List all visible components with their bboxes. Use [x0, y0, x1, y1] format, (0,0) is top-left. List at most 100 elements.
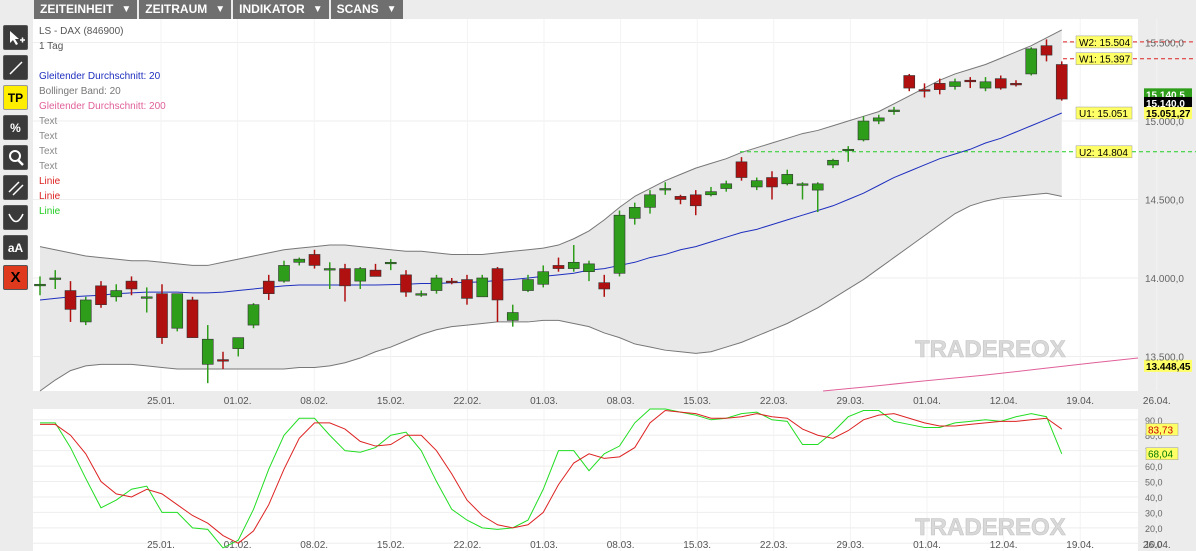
candle-body	[766, 177, 778, 188]
candle-body	[522, 279, 534, 291]
candle-body	[156, 293, 168, 338]
candle-body	[339, 268, 351, 287]
pointer-add-tool[interactable]	[3, 25, 28, 50]
caret-down-icon: ▼	[215, 4, 226, 15]
candle	[186, 296, 199, 338]
y-tick-label: 14.500,0	[1145, 196, 1184, 207]
level-label-u1: U1: 15.051	[1079, 109, 1128, 120]
x-tick-label: 15.03.	[683, 396, 711, 407]
y-tick-label: 15.500,0	[1145, 39, 1184, 50]
candle-body	[628, 207, 641, 219]
channel-tool[interactable]	[3, 175, 28, 200]
menu-zeiteinheit[interactable]: ZEITEINHEIT ▼	[34, 0, 138, 19]
menu-label: ZEITRAUM	[145, 2, 208, 16]
candle-body	[384, 261, 397, 265]
menu-label: SCANS	[336, 2, 379, 16]
candle-body	[598, 282, 611, 290]
candle-body	[64, 290, 77, 310]
legend-item[interactable]: Text	[39, 116, 58, 127]
menu-scans[interactable]: SCANS ▼	[330, 0, 403, 19]
candle-body	[979, 81, 992, 89]
legend-item[interactable]: Text	[39, 161, 58, 172]
legend-item[interactable]: Linie	[39, 191, 61, 202]
candle-body	[95, 285, 107, 305]
candle-body	[34, 283, 46, 287]
candle-body	[964, 79, 977, 83]
x-tick-label: 01.04.	[913, 396, 941, 407]
candle-body	[369, 269, 382, 277]
candle-body	[110, 290, 123, 298]
candle-body	[125, 280, 138, 290]
line-icon	[7, 59, 25, 77]
candle-body	[644, 194, 656, 208]
cursor-plus-icon	[7, 29, 25, 47]
chart-area: 10,020,030,040,050,060,070,080,090,0 W2:…	[33, 19, 1196, 551]
menu-indikator[interactable]: INDIKATOR ▼	[233, 0, 329, 19]
stochastic-tick-label: 20,0	[1145, 524, 1163, 534]
x-tick-label: 15.02.	[377, 396, 405, 407]
legend-item[interactable]: Text	[39, 146, 58, 157]
candle-body	[888, 109, 900, 112]
x-tick-label: 29.03.	[836, 396, 864, 407]
x-tick-label: 19.04.	[1066, 396, 1094, 407]
legend-item[interactable]: Linie	[39, 176, 61, 187]
legend-item[interactable]: Text	[39, 131, 58, 142]
candle-body	[293, 258, 306, 263]
legend-item[interactable]: Linie	[39, 206, 61, 217]
x-tick-label: 26.04.	[1143, 396, 1171, 407]
candle-body	[857, 120, 870, 141]
arc-icon	[7, 209, 25, 227]
instrument-title: LS - DAX (846900)	[39, 26, 124, 37]
candle-body	[1025, 48, 1038, 75]
candle-body	[323, 268, 336, 271]
candle-body	[933, 83, 946, 90]
x-tick-label: 22.02.	[453, 396, 481, 407]
candle-body	[674, 196, 687, 200]
text-tool[interactable]: aA	[3, 235, 28, 260]
candle-body	[720, 183, 733, 189]
x-tick-label-sub: 22.03.	[760, 540, 788, 551]
caret-down-icon: ▼	[121, 4, 132, 15]
candle-body	[567, 261, 580, 269]
x-tick-label-sub: 01.04.	[913, 540, 941, 551]
candle	[79, 296, 92, 326]
y-tick-label: 13.500,0	[1145, 352, 1184, 363]
candle-body	[659, 188, 672, 191]
delete-tool[interactable]: X	[3, 265, 28, 290]
candle	[476, 274, 489, 298]
candle	[247, 303, 260, 329]
percent-tool[interactable]: %	[3, 115, 28, 140]
candle-body	[537, 271, 550, 285]
menu-zeitraum[interactable]: ZEITRAUM ▼	[139, 0, 232, 19]
candle-body	[79, 299, 92, 323]
candle-body	[781, 174, 794, 185]
legend-item[interactable]: Gleitender Durchschnitt: 200	[39, 101, 166, 112]
candle-body	[171, 293, 184, 329]
candle-body	[903, 75, 916, 89]
tool-label: %	[10, 120, 21, 135]
candle-body	[842, 148, 855, 152]
x-tick-label-sub: 19.04.	[1066, 540, 1094, 551]
candle-body	[400, 274, 412, 293]
arc-tool[interactable]	[3, 205, 28, 230]
x-tick-label-sub: 08.02.	[300, 540, 328, 551]
candle-body	[735, 161, 748, 178]
candle-body	[461, 279, 473, 299]
candle-body	[140, 296, 153, 299]
candle-body	[1010, 83, 1022, 86]
top-menu-bar: ZEITEINHEIT ▼ ZEITRAUM ▼ INDIKATOR ▼ SCANS ▼	[34, 0, 405, 19]
watermark-main: TRADEREOX	[915, 336, 1066, 363]
legend-item[interactable]: Bollinger Band: 20	[39, 86, 121, 97]
x-tick-label: 08.03.	[607, 396, 635, 407]
line-tool[interactable]	[3, 55, 28, 80]
legend-item[interactable]: Gleitender Durchschnitt: 20	[39, 71, 161, 82]
candle-body	[354, 268, 367, 282]
zoom-tool[interactable]	[3, 145, 28, 170]
candle-body	[1040, 45, 1053, 56]
y-tick-label: 14.000,0	[1145, 274, 1184, 285]
stochastic-tick-label: 30,0	[1145, 508, 1163, 518]
candle-body	[705, 191, 717, 196]
candle-body	[872, 117, 885, 122]
tp-tool[interactable]: TP	[3, 85, 28, 110]
stochastic-tick-label: 40,0	[1145, 493, 1163, 503]
